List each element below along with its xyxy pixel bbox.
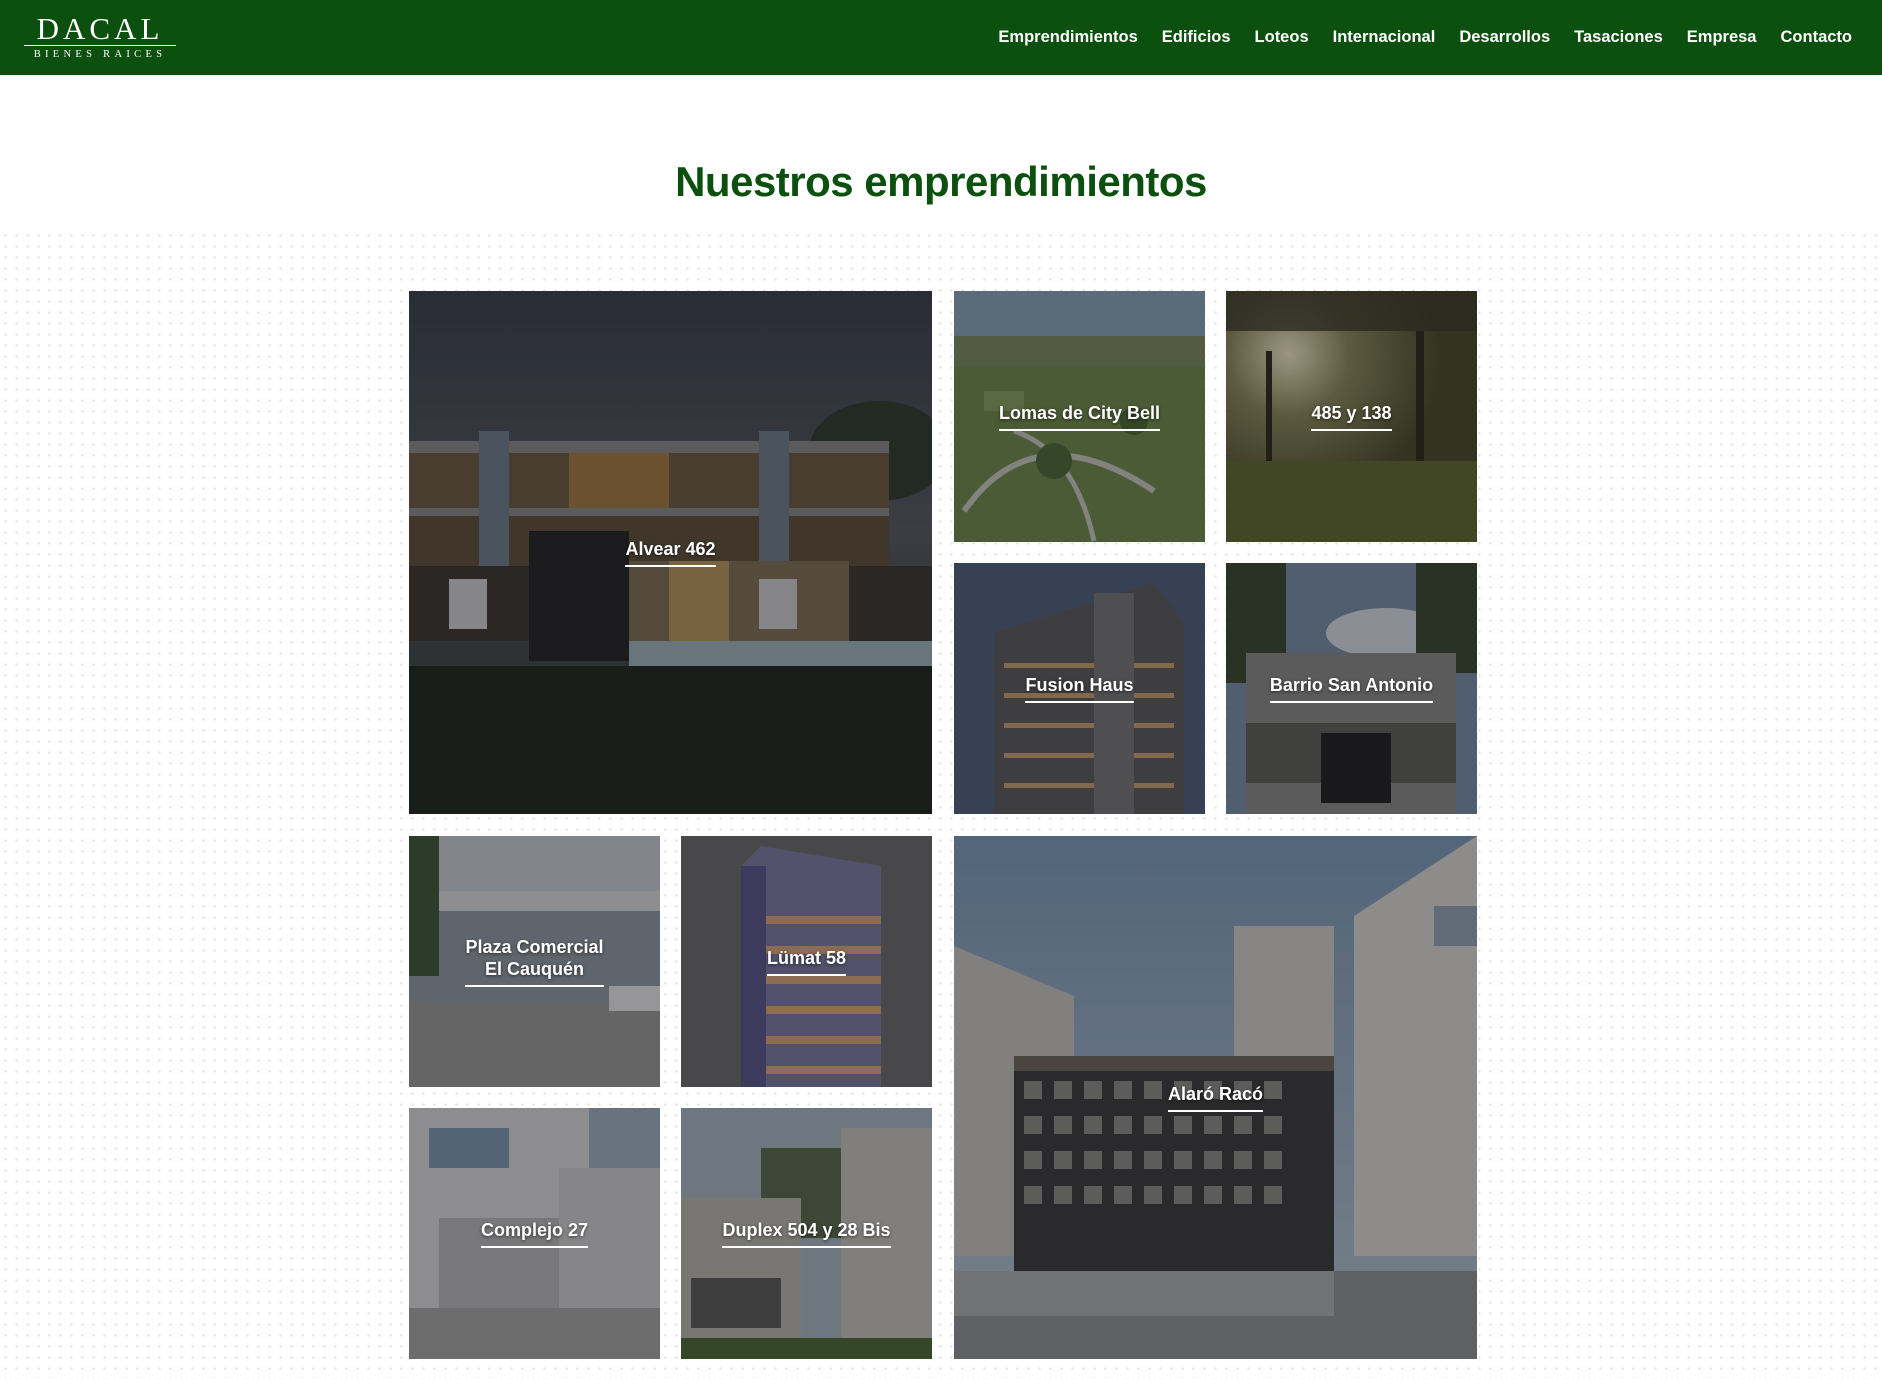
dotted-background xyxy=(0,230,1882,1379)
project-tile-alvear-462[interactable]: Alvear 462 xyxy=(409,291,932,814)
nav-loteos[interactable]: Loteos xyxy=(1255,28,1309,47)
dacal-logo[interactable]: DACAL BIENES RAICES xyxy=(24,11,176,60)
nav-emprendimientos[interactable]: Emprendimientos xyxy=(998,28,1137,47)
nav-empresa[interactable]: Empresa xyxy=(1687,28,1757,47)
project-title: Alaró Racó xyxy=(1167,1083,1264,1112)
project-title: Fusion Haus xyxy=(1025,674,1134,703)
project-tile-fusion-haus[interactable]: Fusion Haus xyxy=(954,563,1205,814)
project-title: Barrio San Antonio xyxy=(1269,674,1434,703)
project-title: Duplex 504 y 28 Bis xyxy=(722,1219,891,1248)
project-tile-485-y-138[interactable]: 485 y 138 xyxy=(1226,291,1477,542)
project-tile-barrio-san-antonio[interactable]: Barrio San Antonio xyxy=(1226,563,1477,814)
project-tile-lumat-58[interactable]: Lümat 58 xyxy=(681,836,932,1087)
nav-desarrollos[interactable]: Desarrollos xyxy=(1459,28,1550,47)
project-tile-duplex-504-y-28-bis[interactable]: Duplex 504 y 28 Bis xyxy=(681,1108,932,1359)
page-title: Nuestros emprendimientos xyxy=(675,158,1207,205)
project-title: Lümat 58 xyxy=(766,947,847,976)
logo-rule xyxy=(24,45,176,46)
project-tile-alaro-raco[interactable]: Alaró Racó xyxy=(954,836,1477,1359)
project-tile-lomas-de-city-bell[interactable]: Lomas de City Bell xyxy=(954,291,1205,542)
logo-wordmark: DACAL xyxy=(36,11,164,46)
project-tile-complejo-27[interactable]: Complejo 27 xyxy=(409,1108,660,1359)
site-header: DACAL BIENES RAICES Emprendimientos Edif… xyxy=(0,0,1882,75)
logo-tagline: BIENES RAICES xyxy=(33,49,167,60)
project-title: Alvear 462 xyxy=(625,538,716,567)
project-tile-plaza-comercial-el-cauquen[interactable]: Plaza Comercial El Cauquén xyxy=(409,836,660,1087)
nav-internacional[interactable]: Internacional xyxy=(1333,28,1436,47)
main-nav: Emprendimientos Edificios Loteos Interna… xyxy=(974,28,1852,47)
nav-tasaciones[interactable]: Tasaciones xyxy=(1574,28,1663,47)
project-title: Lomas de City Bell xyxy=(998,402,1161,431)
project-title: Plaza Comercial El Cauquén xyxy=(465,936,604,987)
nav-contacto[interactable]: Contacto xyxy=(1781,28,1853,47)
project-title: Complejo 27 xyxy=(480,1219,589,1248)
nav-edificios[interactable]: Edificios xyxy=(1162,28,1231,47)
project-title: 485 y 138 xyxy=(1311,402,1392,431)
